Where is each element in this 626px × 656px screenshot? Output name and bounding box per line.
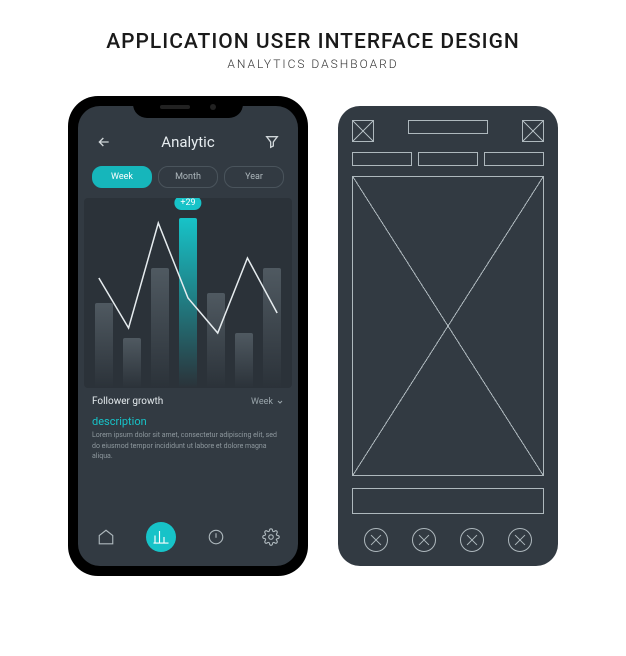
filter-icon[interactable] bbox=[262, 132, 282, 152]
section-title: Follower growth bbox=[92, 396, 163, 407]
wireframe-tabs bbox=[352, 152, 544, 166]
wireframe-nav-item bbox=[460, 528, 484, 552]
description-heading: description bbox=[78, 411, 298, 430]
chevron-down-icon bbox=[276, 398, 284, 406]
gear-icon bbox=[262, 528, 280, 546]
page-subtitle: ANALYTICS DASHBOARD bbox=[0, 57, 626, 71]
wireframe-section-placeholder bbox=[352, 488, 544, 514]
description-body: Lorem ipsum dolor sit amet, consectetur … bbox=[78, 430, 298, 470]
page-title: APPLICATION USER INTERFACE DESIGN bbox=[0, 30, 626, 54]
wireframe-chart-placeholder bbox=[352, 176, 544, 476]
section-filter[interactable]: Week bbox=[251, 397, 284, 407]
tab-week[interactable]: Week bbox=[92, 166, 152, 188]
section-header: Follower growth Week bbox=[78, 388, 298, 411]
wireframe-panel bbox=[338, 106, 558, 566]
phone-notch bbox=[133, 96, 243, 118]
section-filter-label: Week bbox=[251, 397, 273, 407]
wireframe-action-placeholder bbox=[522, 120, 544, 142]
tab-month[interactable]: Month bbox=[158, 166, 218, 188]
wireframe-nav-item bbox=[364, 528, 388, 552]
wireframe-nav-item bbox=[508, 528, 532, 552]
screen-title: Analytic bbox=[161, 133, 214, 151]
phone-mockup: Analytic Week Month Year +29 Follower gr… bbox=[68, 96, 308, 576]
nav-alerts[interactable] bbox=[201, 522, 231, 552]
tab-year[interactable]: Year bbox=[224, 166, 284, 188]
back-button[interactable] bbox=[94, 132, 114, 152]
nav-settings[interactable] bbox=[256, 522, 286, 552]
wireframe-nav-item bbox=[412, 528, 436, 552]
wireframe-back-placeholder bbox=[352, 120, 374, 142]
wireframe-tab-placeholder bbox=[352, 152, 412, 166]
wireframe-header bbox=[352, 120, 544, 142]
wireframe-title-placeholder bbox=[408, 120, 488, 134]
nav-home[interactable] bbox=[91, 522, 121, 552]
growth-chart: +29 bbox=[84, 198, 292, 388]
period-tabs: Week Month Year bbox=[78, 160, 298, 198]
nav-analytics[interactable] bbox=[146, 522, 176, 552]
wireframe-tab-placeholder bbox=[484, 152, 544, 166]
alert-icon bbox=[207, 528, 225, 546]
wireframe-tab-placeholder bbox=[418, 152, 478, 166]
app-screen: Analytic Week Month Year +29 Follower gr… bbox=[78, 106, 298, 566]
bottom-nav bbox=[78, 512, 298, 566]
home-icon bbox=[97, 528, 115, 546]
wireframe-nav bbox=[352, 528, 544, 552]
chart-line bbox=[99, 223, 277, 333]
chart-icon bbox=[152, 528, 170, 546]
